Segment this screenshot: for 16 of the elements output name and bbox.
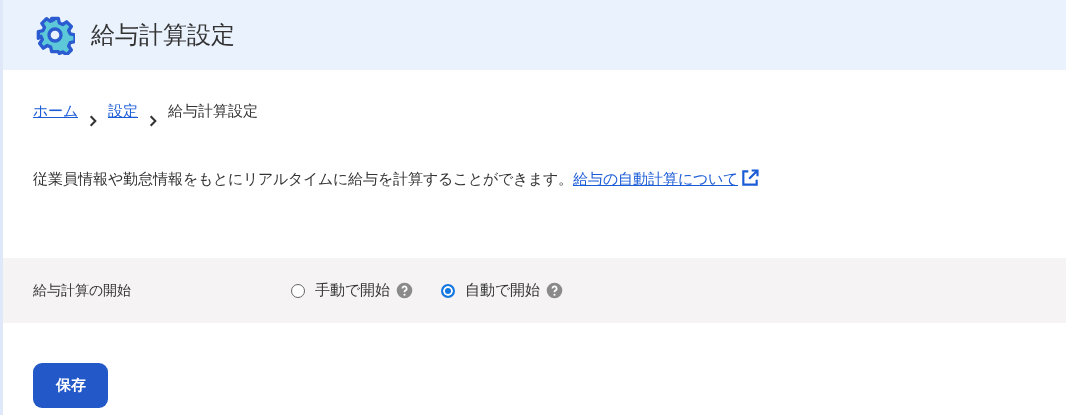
radio-option[interactable]: 自動で開始	[441, 279, 540, 302]
radio-option[interactable]: 手動で開始	[291, 279, 390, 302]
help-link[interactable]: 給与の自動計算について	[573, 170, 760, 188]
description-text: 従業員情報や勤怠情報をもとにリアルタイムに給与を計算することができます。給与の自動計算について	[3, 142, 1066, 258]
save-button[interactable]: 保存	[33, 363, 108, 408]
breadcrumb-current: 給与計算設定	[168, 101, 258, 122]
gear-icon	[35, 15, 75, 55]
radio-button[interactable]	[441, 283, 455, 298]
external-link-icon	[740, 168, 760, 188]
breadcrumb-link[interactable]: ホーム	[33, 100, 78, 123]
help-icon	[396, 282, 413, 299]
help-icon	[546, 282, 563, 299]
radio-button[interactable]	[291, 283, 305, 298]
setting-label: 給与計算の開始	[33, 281, 132, 301]
breadcrumb-link[interactable]: 設定	[108, 100, 138, 123]
page-title: 給与計算設定	[91, 20, 235, 50]
